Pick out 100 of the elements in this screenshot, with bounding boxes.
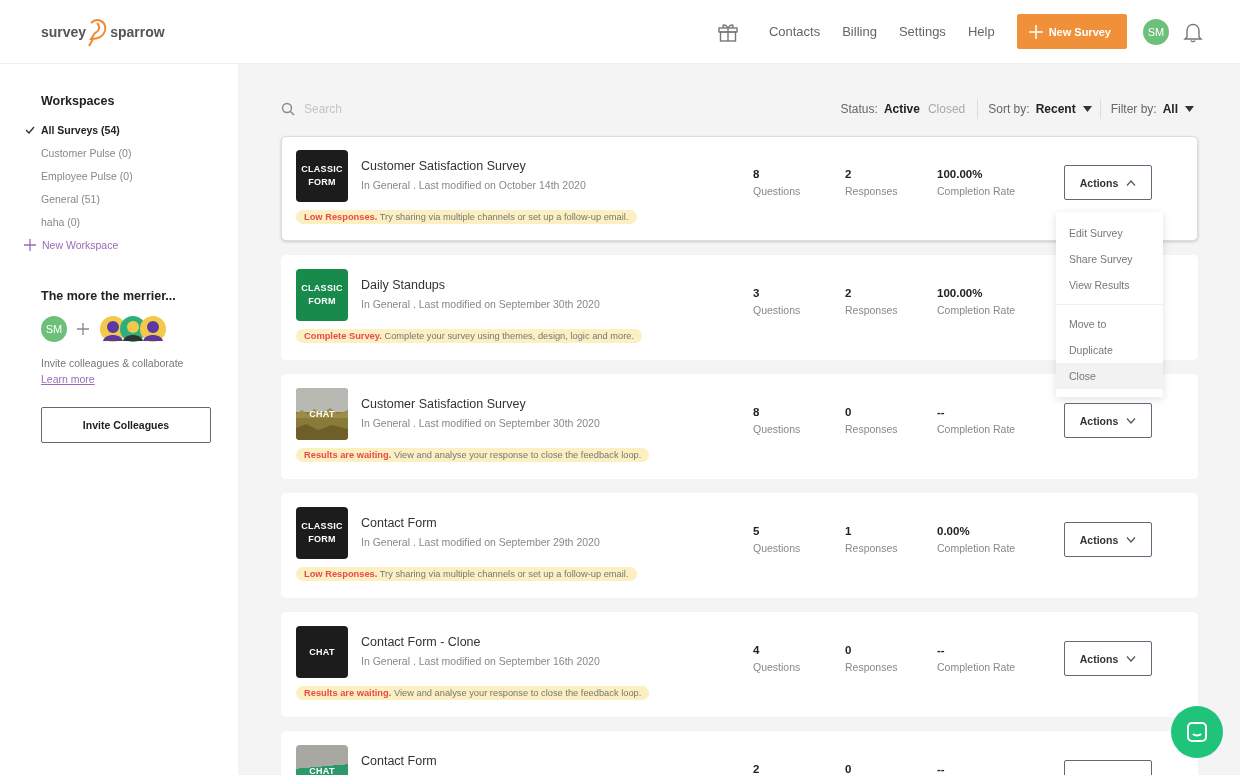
stat-value: 100.00% — [937, 168, 984, 180]
chevron-icon — [1126, 536, 1137, 543]
actions-button[interactable]: Actions — [1064, 403, 1152, 438]
promo-title: The more the merrier... — [41, 289, 177, 303]
plus-icon — [77, 323, 89, 335]
actions-button[interactable]: Actions — [1064, 641, 1152, 676]
menu-item[interactable]: View Results — [1056, 272, 1163, 298]
menu-item[interactable]: Share Survey — [1056, 246, 1163, 272]
stat-label: Responses — [845, 661, 899, 673]
chevron-icon — [1126, 179, 1137, 186]
thumbnail-label: CLASSIC FORM — [300, 282, 344, 308]
sidebar-title: Workspaces — [41, 94, 116, 108]
thumbnail-label: CLASSIC FORM — [300, 520, 344, 546]
stat-value: -- — [937, 406, 946, 418]
thumbnail-label: CHAT — [309, 645, 335, 659]
stat-label: Questions — [753, 542, 802, 554]
workspace-item[interactable]: Employee Pulse (0) — [41, 169, 133, 182]
notice-banner: Complete Survey. Complete your survey using themes, design, logic and more. — [296, 329, 643, 343]
stat-value: 2 — [753, 763, 761, 775]
chat-icon — [1185, 720, 1209, 744]
status-tab[interactable]: Active — [883, 102, 920, 116]
invite-colleagues-button[interactable]: Invite Colleagues — [41, 407, 211, 443]
chevron-icon — [1126, 417, 1137, 424]
nav-link[interactable]: Settings — [898, 24, 946, 39]
stat-value: 4 — [753, 644, 761, 656]
survey-title[interactable]: Daily Standups — [361, 278, 753, 292]
stat-value: 8 — [753, 406, 761, 418]
new-workspace-link[interactable]: New Workspace — [24, 239, 238, 251]
logo-text: sparrow — [110, 23, 165, 40]
nav-link[interactable]: Billing — [842, 24, 877, 39]
colleague-avatars-drawing — [99, 315, 167, 343]
status-label: Status: — [840, 102, 878, 116]
survey-title[interactable]: Contact Form — [361, 754, 753, 768]
nav-link[interactable]: Help — [967, 24, 995, 39]
chevron-icon — [1126, 655, 1137, 662]
stat-value: 8 — [753, 168, 761, 180]
survey-card[interactable]: CHAT Contact Form 2 0 -- — [281, 731, 1198, 775]
stat-label: Responses — [845, 304, 899, 316]
menu-item[interactable]: Close — [1056, 363, 1163, 389]
survey-card[interactable] — [281, 493, 1198, 598]
notice-banner: Results are waiting. View and analyse your response to close the feedback loop. — [296, 686, 650, 700]
survey-title[interactable]: Customer Satisfaction Survey — [361, 159, 753, 173]
workspace-item[interactable]: haha (0) — [41, 215, 81, 228]
stat-value: -- — [937, 644, 946, 656]
stat-label: Completion Rate — [937, 185, 1017, 197]
logo-text: survey — [41, 23, 87, 40]
filter-dropdown[interactable]: All — [1162, 102, 1198, 116]
stat-label: Questions — [753, 185, 802, 197]
survey-title[interactable]: Contact Form — [361, 516, 753, 530]
survey-meta: In General . Last modified on September 30th 2020 — [361, 298, 601, 310]
stat-value: 2 — [845, 168, 853, 180]
actions-button[interactable]: Actions — [1064, 165, 1152, 200]
survey-title[interactable]: Customer Satisfaction Survey — [361, 397, 753, 411]
workspace-item[interactable]: All Surveys (54) — [41, 123, 120, 136]
survey-title[interactable]: Contact Form - Clone — [361, 635, 753, 649]
menu-item[interactable]: Edit Survey — [1056, 220, 1163, 246]
stat-label: Responses — [845, 185, 899, 197]
sort-dropdown[interactable]: Recent — [1035, 102, 1096, 116]
stat-label: Completion Rate — [937, 661, 1017, 673]
stat-value: 5 — [753, 525, 761, 537]
survey-meta: In General . Last modified on September 29th 2020 — [361, 536, 601, 548]
notice-banner: Low Responses. Try sharing via multiple channels or set up a follow-up email. — [296, 210, 637, 224]
stat-value: 1 — [845, 525, 853, 537]
stat-label: Completion Rate — [937, 423, 1017, 435]
stat-value: 100.00% — [937, 287, 984, 299]
survey-card[interactable] — [281, 612, 1198, 717]
menu-item[interactable]: Move to — [1056, 311, 1163, 337]
stat-label: Questions — [753, 423, 802, 435]
stat-value: 0 — [845, 763, 853, 775]
stat-value: -- — [937, 763, 946, 775]
caret-icon — [1185, 106, 1194, 112]
filter-label: Filter by: — [1110, 102, 1157, 116]
survey-meta: In General . Last modified on September 30th 2020 — [361, 417, 601, 429]
search-icon — [281, 102, 295, 116]
promo-text: Invite colleagues & collaborate — [41, 357, 185, 369]
stat-label: Questions — [753, 304, 802, 316]
stat-label: Questions — [753, 661, 802, 673]
stat-label: Completion Rate — [937, 542, 1017, 554]
user-avatar: SM — [41, 316, 67, 342]
stat-value: 0 — [845, 644, 853, 656]
stat-value: 0.00% — [937, 525, 971, 537]
caret-icon — [1082, 106, 1092, 112]
plus-icon — [24, 239, 36, 251]
stat-label: Completion Rate — [937, 304, 1017, 316]
thumbnail-label: CHAT — [309, 407, 335, 421]
stat-value: 0 — [845, 406, 853, 418]
survey-meta: In General . Last modified on September 16th 2020 — [361, 655, 601, 667]
nav-link[interactable]: Contacts — [768, 24, 821, 39]
stat-label: Responses — [845, 542, 899, 554]
workspace-item[interactable]: General (51) — [41, 192, 100, 205]
actions-button[interactable]: Actions — [1064, 522, 1152, 557]
menu-item[interactable]: Duplicate — [1056, 337, 1163, 363]
learn-more-link[interactable]: Learn more — [41, 373, 95, 385]
plus-icon — [1028, 24, 1043, 39]
thumbnail-label: CHAT — [309, 764, 335, 775]
workspace-item[interactable]: Customer Pulse (0) — [41, 146, 132, 159]
stat-label: Responses — [845, 423, 899, 435]
survey-meta: In General . Last modified on October 14th 2020 — [361, 179, 587, 191]
chat-button[interactable] — [1171, 706, 1223, 758]
notice-banner: Low Responses. Try sharing via multiple channels or set up a follow-up email. — [296, 567, 637, 581]
